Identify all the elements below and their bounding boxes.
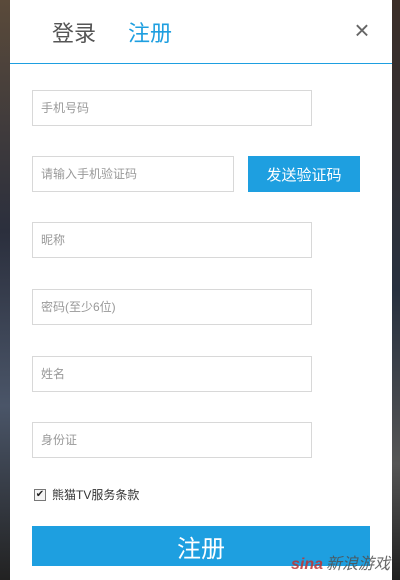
checkmark-icon: ✔: [35, 488, 45, 500]
send-code-button[interactable]: 发送验证码: [248, 156, 360, 192]
name-input[interactable]: [32, 356, 312, 392]
terms-agreement: ✔ 熊猫TV服务条款: [34, 486, 139, 503]
terms-label[interactable]: 熊猫TV服务条款: [52, 486, 139, 503]
verification-code-input[interactable]: [32, 156, 234, 192]
watermark-text: 新浪游戏: [325, 556, 390, 573]
sina-games-watermark: sina 新浪游戏: [291, 550, 390, 574]
register-modal: 登录 注册 × 发送验证码 ✔ 熊猫TV服务条款 注册: [10, 0, 392, 580]
nickname-input[interactable]: [32, 222, 312, 258]
tab-register[interactable]: 注册: [128, 20, 172, 48]
modal-header: 登录 注册 ×: [10, 0, 392, 64]
watermark-brand: sina: [290, 556, 323, 573]
password-input[interactable]: [32, 289, 312, 325]
close-icon[interactable]: ×: [350, 17, 374, 43]
id-card-input[interactable]: [32, 422, 312, 458]
tab-login[interactable]: 登录: [52, 20, 96, 48]
terms-checkbox[interactable]: ✔: [34, 488, 46, 501]
phone-input[interactable]: [32, 90, 312, 126]
